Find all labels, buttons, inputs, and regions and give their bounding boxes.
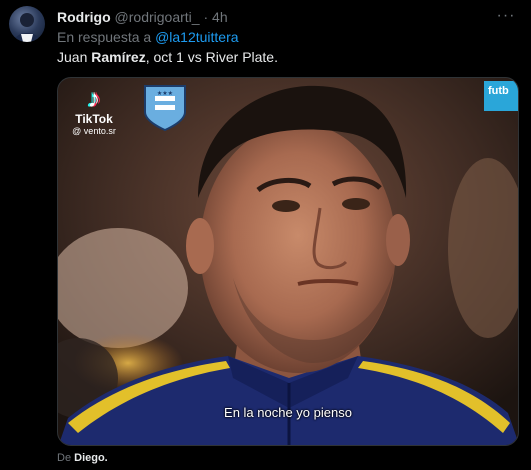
video-caption: En la noche yo pienso [224, 405, 352, 420]
tiktok-watermark: ♪ TikTok @ vento.sr [64, 84, 124, 137]
timestamp[interactable]: 4h [212, 9, 228, 25]
tweet-text-bold: Ramírez [91, 49, 146, 65]
user-handle[interactable]: @rodrigoarti_ [115, 9, 200, 25]
tiktok-icon: ♪ [87, 83, 101, 113]
video-media[interactable]: ★★★ ♪ TikTok @ vento.sr futb En la noche… [57, 77, 519, 446]
tiktok-user: @ vento.sr [72, 126, 116, 136]
tweet-text: Juan Ramírez, oct 1 vs River Plate. [57, 48, 278, 66]
tweet-header: Rodrigo @rodrigoarti_ · 4h [57, 8, 228, 26]
attribution-name-link[interactable]: Diego. [74, 452, 108, 464]
tweet-text-part2: , oct 1 vs River Plate. [145, 49, 278, 65]
more-options-icon[interactable]: ··· [495, 6, 517, 26]
separator-dot: · [203, 9, 209, 25]
svg-text:★★★: ★★★ [157, 90, 173, 97]
attribution-prefix: De [57, 452, 72, 464]
display-name[interactable]: Rodrigo [57, 9, 111, 25]
tweet-card[interactable]: Rodrigo @rodrigoarti_ · 4h ··· En respue… [0, 0, 531, 470]
reply-mention-link[interactable]: @la12tuittera [155, 29, 238, 45]
corner-watermark: futb [484, 81, 518, 111]
avatar-image [14, 13, 40, 42]
media-attribution: De Diego. [57, 451, 108, 465]
reply-prefix: En respuesta a [57, 29, 152, 45]
video-frame: ★★★ [58, 78, 518, 445]
tiktok-name: TikTok [75, 112, 113, 126]
reply-context: En respuesta a @la12tuittera [57, 28, 239, 46]
avatar[interactable] [9, 6, 45, 42]
tweet-text-part1: Juan [57, 49, 92, 65]
